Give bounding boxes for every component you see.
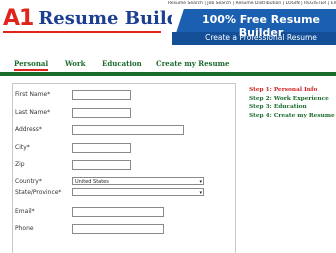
step-education[interactable]: Step 3: Education [249, 103, 336, 112]
main-nav: Personal Work Education Create my Resume [0, 56, 336, 71]
last-name-label: Last Name* [15, 109, 51, 116]
zip-label: Zip [15, 161, 25, 168]
banner-subtitle: Create a Professional Resume [205, 33, 317, 42]
step-work-experience[interactable]: Step 2: Work Experience [249, 95, 336, 104]
first-name-input[interactable] [72, 90, 131, 100]
last-name-input[interactable] [72, 108, 131, 118]
logo-prefix: A1 [3, 6, 34, 31]
address-input[interactable] [72, 125, 184, 135]
country-select[interactable]: United States ▾ [72, 177, 204, 185]
phone-input[interactable] [72, 224, 164, 234]
promo-banner: 100% Free Resume Builder Create a Profes… [172, 9, 336, 45]
email-label: Email* [15, 208, 35, 215]
state-select[interactable]: ▾ [72, 188, 204, 196]
nav-rule [0, 72, 336, 76]
step-create-resume[interactable]: Step 4: Create my Resume [249, 112, 336, 121]
first-name-label: First Name* [15, 91, 51, 98]
email-input[interactable] [72, 207, 164, 217]
state-label: State/Province* [15, 189, 62, 196]
country-label: Country* [15, 178, 42, 185]
city-label: City* [15, 144, 30, 151]
tab-work[interactable]: Work [65, 59, 86, 68]
city-input[interactable] [72, 143, 131, 153]
logo-underline [3, 31, 161, 33]
tab-personal[interactable]: Personal [14, 59, 49, 71]
address-label: Address* [15, 126, 42, 133]
zip-input[interactable] [72, 160, 131, 170]
site-logo[interactable]: A1 Resume Builder [3, 6, 200, 32]
phone-label: Phone [15, 225, 34, 232]
steps-list: Step 1: Personal Info Step 2: Work Exper… [249, 86, 336, 120]
chevron-down-icon: ▾ [199, 190, 202, 196]
step-personal-info[interactable]: Step 1: Personal Info [249, 86, 336, 95]
chevron-down-icon: ▾ [199, 179, 202, 185]
tab-education[interactable]: Education [102, 59, 142, 68]
tab-create-resume[interactable]: Create my Resume [156, 59, 229, 68]
top-links[interactable]: Resume Search | Job Search | Resume Dist… [168, 1, 336, 6]
country-select-value: United States [75, 179, 109, 185]
